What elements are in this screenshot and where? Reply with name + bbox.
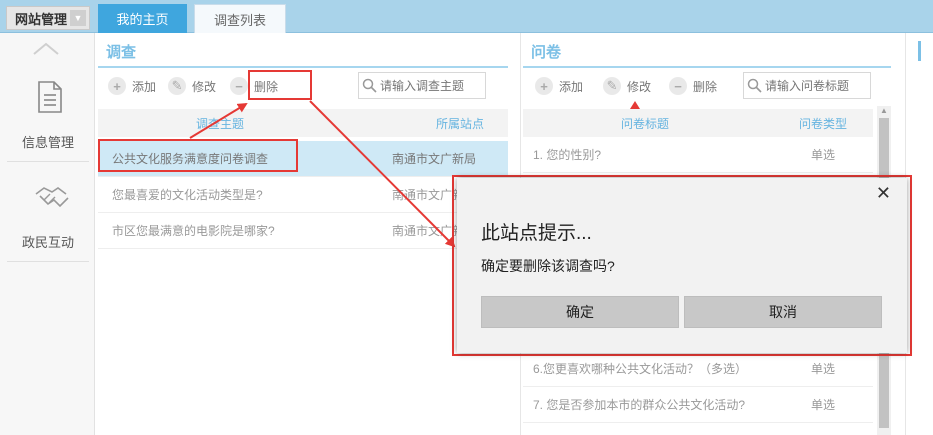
row-title: 1. 您的性别? — [533, 148, 602, 162]
questionnaire-table-header: 问卷标题 问卷类型 — [523, 109, 873, 137]
column-header-subject[interactable]: 调查主题 — [196, 115, 244, 132]
plus-icon: + — [108, 77, 126, 95]
ok-button[interactable]: 确定 — [481, 296, 679, 328]
pencil-icon: ✎ — [603, 77, 622, 95]
add-button[interactable]: + 添加 — [535, 73, 583, 99]
add-label: 添加 — [559, 79, 584, 94]
row-type: 单选 — [811, 148, 836, 162]
row-subject: 您最喜爱的文化活动类型是? — [112, 188, 263, 202]
annotation-box-row — [98, 139, 298, 172]
questionnaire-search[interactable] — [743, 72, 871, 99]
table-row[interactable]: 7. 您是否参加本市的群众公共文化活动? 单选 — [523, 387, 873, 423]
top-bar: 网站管理 ▼ 我的主页 调查列表 — [0, 0, 933, 33]
table-row[interactable]: 6.您更喜欢哪种公共文化活动？（多选） 单选 — [523, 351, 873, 387]
divider — [98, 66, 508, 68]
add-button[interactable]: + 添加 — [108, 73, 156, 99]
column-header-title[interactable]: 问卷标题 — [621, 115, 669, 132]
dialog-title: 此站点提示... — [481, 223, 592, 244]
survey-search-input[interactable] — [380, 78, 480, 93]
handshake-icon — [35, 187, 69, 208]
panel-title-marker — [918, 41, 921, 61]
delete-label: 删除 — [693, 79, 718, 94]
tab-home[interactable]: 我的主页 — [98, 4, 187, 33]
delete-button[interactable]: − 删除 — [669, 73, 717, 99]
table-row[interactable]: 市区您最满意的电影院是哪家? 南通市文广新 — [98, 213, 508, 249]
sidebar-item-info-management[interactable]: 信息管理 — [7, 62, 89, 162]
minus-icon: − — [230, 77, 249, 95]
tab-home-label: 我的主页 — [116, 12, 169, 27]
row-site: 南通市文广新局 — [392, 152, 477, 166]
scroll-up-icon[interactable]: ▲ — [879, 106, 889, 116]
cancel-button[interactable]: 取消 — [684, 296, 882, 328]
close-icon[interactable]: ✕ — [876, 184, 891, 202]
add-label: 添加 — [132, 79, 157, 94]
survey-search[interactable] — [358, 72, 486, 99]
edit-button[interactable]: ✎ 修改 — [603, 73, 651, 99]
table-row[interactable]: 1. 您的性别? 单选 — [523, 137, 873, 173]
survey-table-header: 调查主题 所属站点 — [98, 109, 508, 137]
search-icon — [747, 78, 762, 93]
sidebar-item-label: 政民互动 — [21, 235, 74, 250]
panel-title: 问卷 — [531, 44, 562, 61]
tab-survey-list-label: 调查列表 — [213, 12, 266, 28]
annotation-box-delete — [248, 70, 312, 100]
sidebar-item-label: 信息管理 — [21, 135, 74, 150]
row-type: 单选 — [811, 398, 836, 412]
row-type: 单选 — [811, 362, 836, 376]
column-header-type[interactable]: 问卷类型 — [799, 115, 847, 132]
plus-icon: + — [535, 77, 553, 95]
divider — [523, 66, 891, 68]
row-title: 7. 您是否参加本市的群众公共文化活动? — [533, 398, 746, 412]
search-icon — [362, 78, 377, 93]
document-icon — [38, 81, 62, 113]
site-select[interactable]: 网站管理 ▼ — [6, 6, 90, 30]
dialog-message: 确定要删除该调查吗? — [481, 258, 615, 274]
questionnaire-search-input[interactable] — [765, 78, 865, 93]
confirm-dialog: ✕ 此站点提示... 确定要删除该调查吗? 确定 取消 — [457, 178, 907, 353]
edit-button[interactable]: ✎ 修改 — [168, 73, 216, 99]
sidebar-item-gov-interaction[interactable]: 政民互动 — [7, 162, 89, 262]
chevron-up-icon[interactable] — [32, 41, 60, 55]
pencil-icon: ✎ — [168, 77, 187, 95]
sidebar: 信息管理 政民互动 — [0, 33, 95, 435]
site-select-label: 网站管理 — [15, 11, 68, 27]
table-row[interactable]: 您最喜爱的文化活动类型是? 南通市文广新 — [98, 177, 508, 213]
row-subject: 市区您最满意的电影院是哪家? — [112, 224, 275, 238]
questionnaire-toolbar: + 添加 ✎ 修改 − 删除 — [535, 73, 729, 99]
column-header-site[interactable]: 所属站点 — [436, 115, 484, 132]
minus-icon: − — [669, 77, 688, 95]
panel-title: 调查 — [106, 44, 137, 61]
row-title: 6.您更喜欢哪种公共文化活动？（多选） — [533, 362, 748, 376]
edit-label: 修改 — [192, 79, 217, 94]
edit-label: 修改 — [627, 79, 652, 94]
tab-survey-list[interactable]: 调查列表 — [194, 4, 286, 33]
chevron-down-icon[interactable]: ▼ — [70, 10, 86, 26]
